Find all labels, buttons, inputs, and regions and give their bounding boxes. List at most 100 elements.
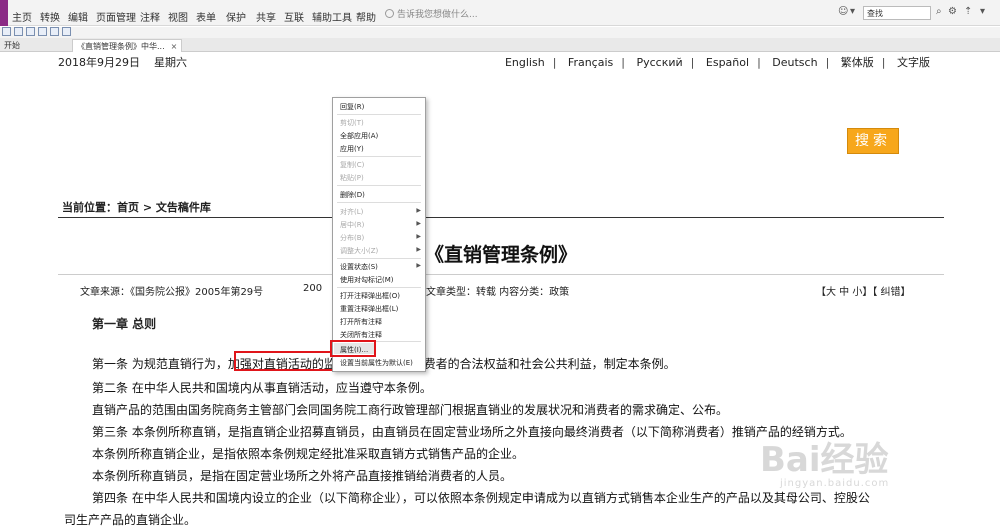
ctx-delete[interactable]: 删除(D) bbox=[340, 190, 365, 200]
separator bbox=[337, 287, 421, 288]
menu-protect[interactable]: 保护 bbox=[226, 9, 246, 24]
article-type: 文章类型：转载 内容分类：政策 bbox=[426, 287, 570, 298]
lang-english[interactable]: English bbox=[505, 56, 545, 69]
paragraph: 本条例所称直销企业，是指依照本条例规定经批准采取直销方式销售产品的企业。 bbox=[92, 447, 525, 461]
hand-tool-icon[interactable] bbox=[62, 27, 71, 36]
undo-icon[interactable] bbox=[38, 27, 47, 36]
menu-edit[interactable]: 编辑 bbox=[68, 9, 88, 24]
submenu-arrow-icon: ▶ bbox=[416, 246, 421, 253]
separator bbox=[337, 258, 421, 259]
ctx-checkmark[interactable]: 使用对勾标记(M) bbox=[340, 275, 394, 285]
close-icon[interactable]: × bbox=[171, 42, 178, 51]
watermark-url: jingyan.baidu.com bbox=[780, 478, 890, 489]
lang-spanish[interactable]: Español bbox=[706, 56, 749, 69]
menu-view[interactable]: 视图 bbox=[168, 9, 188, 24]
app-accent bbox=[0, 0, 8, 26]
ctx-cut[interactable]: 剪切(T) bbox=[340, 118, 364, 128]
search-icon[interactable]: ⌕ bbox=[936, 6, 942, 17]
submenu-arrow-icon: ▶ bbox=[416, 262, 421, 269]
language-links: English | Français | Русский | Español | Deu… bbox=[504, 56, 930, 69]
arrow-up-icon[interactable]: ⇡ bbox=[964, 6, 972, 17]
paragraph: 第四条 在中华人民共和国境内设立的企业（以下简称企业），可以依照本条例规定申请成… bbox=[92, 491, 870, 505]
article-year: 200 bbox=[303, 283, 323, 294]
ctx-set-status[interactable]: 设置状态(S) bbox=[340, 262, 378, 272]
ribbon-menubar: 主页 转换 编辑 页面管理 注释 视图 表单 保护 共享 互联 辅助工具 帮助 … bbox=[0, 0, 1000, 26]
lang-traditional[interactable]: 繁体版 bbox=[841, 56, 874, 69]
menu-share[interactable]: 共享 bbox=[256, 9, 276, 24]
ctx-open-popup[interactable]: 打开注释弹出框(O) bbox=[340, 291, 400, 301]
tell-me-box[interactable]: 告诉我您想做什么... bbox=[385, 7, 478, 20]
breadcrumb[interactable]: 当前位置：首页 > 文告稿件库 bbox=[62, 199, 211, 215]
ctx-center[interactable]: 居中(R) bbox=[340, 220, 364, 230]
paragraph: 第三条 本条例所称直销，是指直销企业招募直销员，由直销员在固定营业场所之外直接向… bbox=[92, 425, 852, 439]
paragraph: 直销产品的范围由国务院商务主管部门会同国务院工商行政管理部门根据直销业的发展状况… bbox=[92, 403, 729, 417]
font-size-controls[interactable]: 【大 中 小】【 纠错】 bbox=[816, 283, 911, 298]
paragraph: 第二条 在中华人民共和国境内从事直销活动，应当遵守本条例。 bbox=[92, 381, 432, 395]
settings-icon[interactable]: ⚙ bbox=[948, 6, 957, 17]
site-search-button[interactable]: 搜索 bbox=[847, 128, 899, 154]
ctx-set-default[interactable]: 设置当前属性为默认(E) bbox=[340, 358, 413, 368]
tab-label: 《直销管理条例》中华... bbox=[77, 42, 165, 51]
lang-russian[interactable]: Русский bbox=[636, 56, 682, 69]
menu-page-manage[interactable]: 页面管理 bbox=[96, 9, 136, 24]
lang-german[interactable]: Deutsch bbox=[772, 56, 817, 69]
submenu-arrow-icon: ▶ bbox=[416, 207, 421, 214]
smiley-icon[interactable]: ☺ bbox=[838, 6, 848, 17]
search-placeholder: 查找 bbox=[867, 9, 883, 18]
divider bbox=[58, 274, 944, 275]
redo-icon[interactable] bbox=[50, 27, 59, 36]
paragraph: 司生产产品的直销企业。 bbox=[64, 513, 197, 527]
search-input[interactable]: 查找 bbox=[863, 6, 931, 20]
submenu-arrow-icon: ▶ bbox=[416, 220, 421, 227]
ctx-distribute[interactable]: 分布(B) bbox=[340, 233, 364, 243]
tab-document[interactable]: 《直销管理条例》中华... × bbox=[72, 39, 183, 52]
more-icon[interactable]: ▾ bbox=[980, 6, 985, 17]
paragraph: 本条例所称直销员，是指在固定营业场所之外将产品直接推销给消费者的人员。 bbox=[92, 469, 513, 483]
submenu-arrow-icon: ▶ bbox=[416, 233, 421, 240]
ctx-apply[interactable]: 应用(Y) bbox=[340, 144, 364, 154]
menu-convert[interactable]: 转换 bbox=[40, 9, 60, 24]
menu-home[interactable]: 主页 bbox=[12, 9, 32, 24]
quick-access-toolbar bbox=[0, 27, 1000, 38]
menu-connect[interactable]: 互联 bbox=[284, 9, 304, 24]
properties-highlight-box bbox=[330, 340, 376, 357]
menu-accessibility[interactable]: 辅助工具 bbox=[312, 9, 352, 24]
menu-form[interactable]: 表单 bbox=[196, 9, 216, 24]
lang-french[interactable]: Français bbox=[568, 56, 613, 69]
ctx-paste[interactable]: 粘贴(P) bbox=[340, 173, 364, 183]
divider bbox=[58, 217, 944, 218]
page-date: 2018年9月29日 星期六 bbox=[58, 54, 187, 70]
lang-text[interactable]: 文字版 bbox=[897, 56, 930, 69]
separator bbox=[337, 185, 421, 186]
menu-help[interactable]: 帮助 bbox=[356, 9, 376, 24]
document-tabs: 开始 《直销管理条例》中华... × bbox=[0, 38, 1000, 52]
lightbulb-icon bbox=[385, 9, 394, 18]
watermark-brand: Bai经验 bbox=[760, 440, 889, 480]
separator bbox=[337, 114, 421, 115]
page-title: 《直销管理条例》 bbox=[425, 244, 578, 266]
separator bbox=[337, 202, 421, 203]
baidu-watermark: Bai经验 jingyan.baidu.com bbox=[760, 432, 960, 492]
chapter-heading: 第一章 总则 bbox=[92, 317, 157, 331]
tell-me-placeholder: 告诉我您想做什么... bbox=[397, 10, 478, 20]
weekday-text: 星期六 bbox=[154, 56, 187, 69]
ctx-reset-popup[interactable]: 重置注释弹出框(L) bbox=[340, 304, 398, 314]
ctx-reply[interactable]: 回复(R) bbox=[340, 102, 364, 112]
annotation-context-menu: 回复(R) 剪切(T) 全部应用(A) 应用(Y) 复制(C) 粘贴(P) 删除… bbox=[332, 97, 426, 372]
chevron-down-icon[interactable]: ▾ bbox=[850, 6, 855, 17]
menu-annotate[interactable]: 注释 bbox=[140, 9, 160, 24]
open-icon[interactable] bbox=[2, 27, 11, 36]
article-source: 文章来源：《国务院公报》2005年第29号 bbox=[80, 287, 264, 298]
ctx-open-all[interactable]: 打开所有注释 bbox=[340, 317, 382, 327]
ctx-align[interactable]: 对齐(L) bbox=[340, 207, 363, 217]
save-icon[interactable] bbox=[14, 27, 23, 36]
ctx-close-all[interactable]: 关闭所有注释 bbox=[340, 330, 382, 340]
ctx-apply-all[interactable]: 全部应用(A) bbox=[340, 131, 378, 141]
tab-start[interactable]: 开始 bbox=[0, 39, 24, 52]
print-icon[interactable] bbox=[26, 27, 35, 36]
ctx-resize[interactable]: 调整大小(Z) bbox=[340, 246, 378, 256]
tab-label: 开始 bbox=[4, 41, 20, 50]
ctx-copy[interactable]: 复制(C) bbox=[340, 160, 364, 170]
separator bbox=[337, 156, 421, 157]
date-text: 2018年9月29日 bbox=[58, 56, 140, 69]
